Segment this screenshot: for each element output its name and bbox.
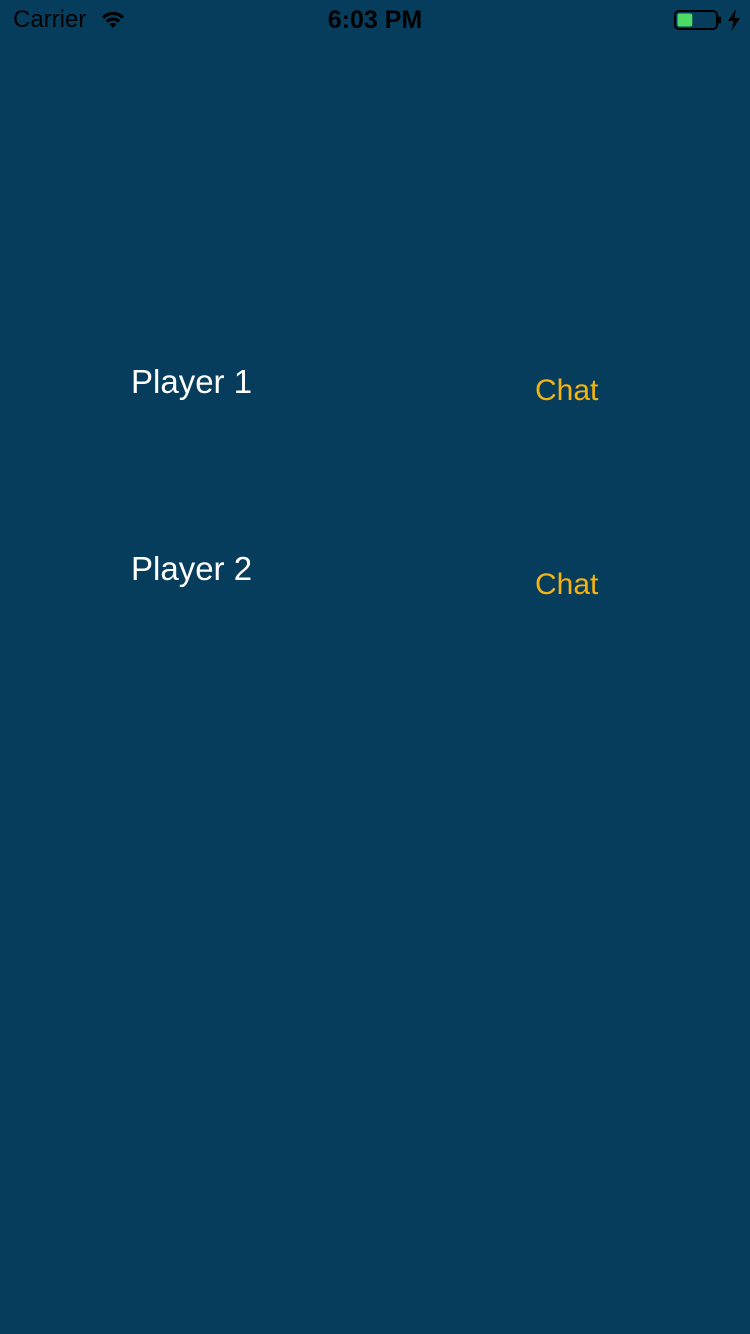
battery-icon xyxy=(674,10,722,30)
status-bar: Carrier 6:03 PM xyxy=(0,0,750,40)
chat-button-player-2[interactable]: Chat xyxy=(535,567,598,603)
player-2-name: Player 2 xyxy=(131,550,253,587)
status-time: 6:03 PM xyxy=(327,6,423,34)
player-1-name: Player 1 xyxy=(131,363,253,400)
chat-button-player-1[interactable]: Chat xyxy=(535,373,598,409)
battery-level-fill xyxy=(677,13,693,27)
charging-bolt-icon xyxy=(727,9,741,31)
